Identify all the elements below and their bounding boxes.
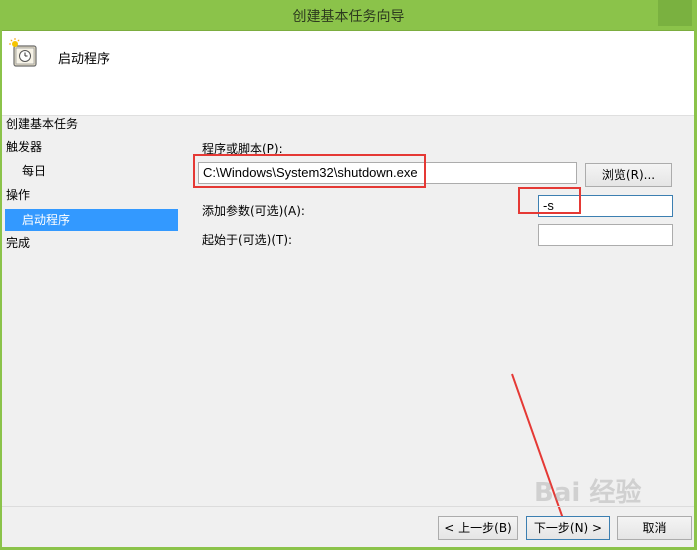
next-button[interactable]: 下一步(N) > <box>526 516 610 540</box>
task-scheduler-icon <box>9 38 37 67</box>
start-in-input[interactable] <box>538 224 673 246</box>
back-button[interactable]: < 上一步(B) <box>438 516 518 540</box>
step-start-program[interactable]: 启动程序 <box>5 209 178 231</box>
args-label: 添加参数(可选)(A): <box>202 204 305 218</box>
wizard-steps: 创建基本任务 触发器 每日 操作 启动程序 完成 <box>2 116 178 516</box>
window-title: 创建基本任务向导 <box>292 9 405 25</box>
args-input[interactable]: -s <box>538 195 673 217</box>
step-action[interactable]: 操作 <box>6 184 30 206</box>
step-finish[interactable]: 完成 <box>6 232 30 254</box>
browse-button[interactable]: 浏览(R)... <box>585 163 672 187</box>
title-bar: 创建基本任务向导 <box>0 0 697 31</box>
close-button[interactable] <box>658 0 692 26</box>
footer-divider <box>2 506 694 507</box>
step-create-basic-task[interactable]: 创建基本任务 <box>6 113 78 135</box>
program-label: 程序或脚本(P): <box>202 142 283 156</box>
step-daily[interactable]: 每日 <box>22 160 46 182</box>
start-in-label: 起始于(可选)(T): <box>202 233 293 247</box>
step-trigger[interactable]: 触发器 <box>6 136 42 158</box>
wizard-header: 启动程序 <box>2 31 694 116</box>
program-input[interactable]: C:\Windows\System32\shutdown.exe <box>198 162 577 184</box>
arrow-annotation <box>511 373 571 536</box>
page-title: 启动程序 <box>58 52 111 67</box>
cancel-button[interactable]: 取消 <box>617 516 692 540</box>
